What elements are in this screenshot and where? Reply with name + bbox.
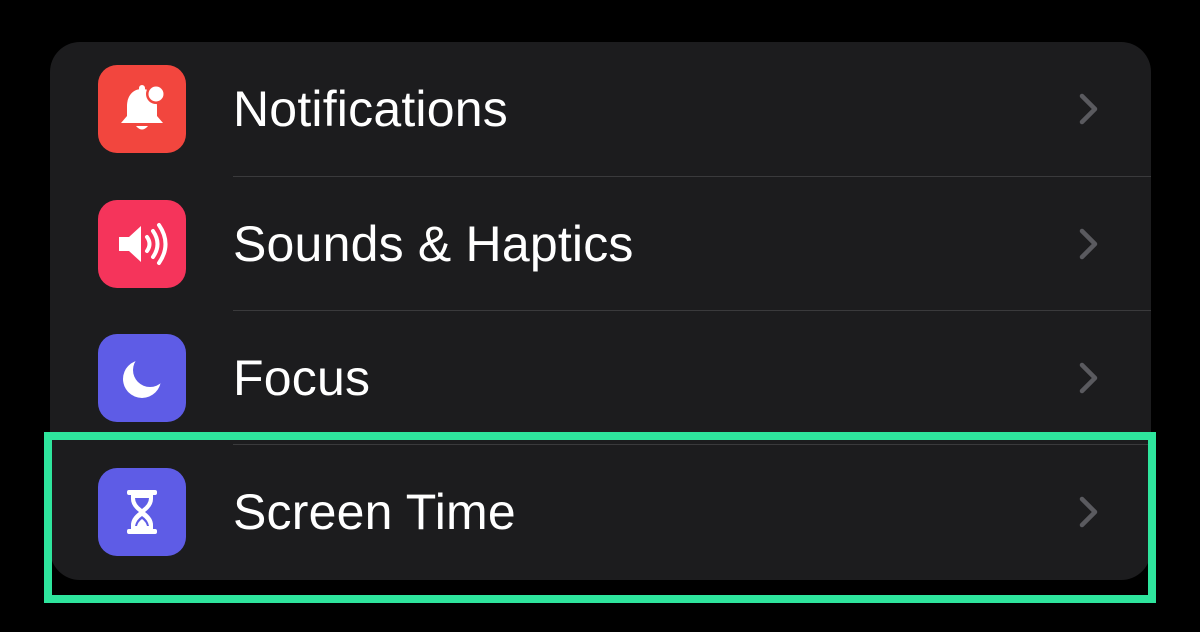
chevron-right-icon [1079,93,1098,125]
chevron-right-icon [1079,496,1098,528]
chevron-right-icon [1079,228,1098,260]
settings-row-label: Screen Time [233,484,516,540]
settings-row-screen-time[interactable]: Screen Time [50,445,1151,579]
settings-row-label: Notifications [233,81,508,137]
settings-row-label: Focus [233,350,371,406]
settings-row-label: Sounds & Haptics [233,216,634,272]
hourglass-icon [98,468,186,556]
settings-group: Notifications Sounds & Haptics Focus Scr… [50,42,1151,580]
settings-row-notifications[interactable]: Notifications [50,42,1151,176]
speaker-wave-icon [98,200,186,288]
chevron-right-icon [1079,362,1098,394]
settings-row-sounds-haptics[interactable]: Sounds & Haptics [50,177,1151,311]
moon-icon [98,334,186,422]
bell-badge-icon [98,65,186,153]
settings-row-focus[interactable]: Focus [50,311,1151,445]
